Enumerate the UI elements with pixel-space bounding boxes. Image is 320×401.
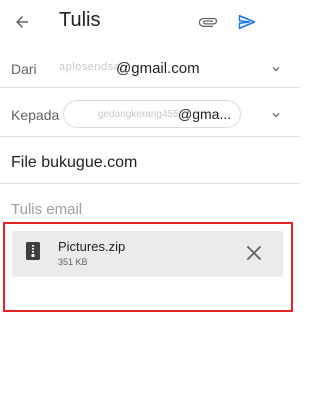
paperclip-icon (198, 17, 218, 27)
close-icon (247, 246, 261, 260)
app-bar: Tulis (0, 0, 300, 44)
to-expand-button[interactable] (268, 107, 284, 123)
chevron-down-icon (272, 113, 280, 118)
divider (0, 87, 300, 88)
from-value[interactable]: @gmail.com (116, 60, 200, 77)
chevron-down-icon (272, 67, 280, 72)
page-title: Tulis (59, 9, 101, 31)
arrow-left-icon (16, 16, 28, 28)
attachment-name: Pictures.zip (58, 239, 126, 254)
to-label: Kepada (11, 107, 60, 123)
attach-button[interactable] (195, 9, 221, 35)
from-label: Dari (11, 61, 37, 77)
divider (0, 136, 300, 137)
send-button[interactable] (234, 9, 260, 35)
recipient-domain: @gma... (178, 106, 232, 122)
divider (0, 183, 300, 184)
remove-attachment-button[interactable] (243, 242, 265, 264)
attachment-size: 351 KB (58, 257, 88, 267)
send-icon (238, 15, 256, 29)
zip-file-icon (26, 242, 40, 260)
back-button[interactable] (8, 8, 36, 36)
recipient-chip[interactable]: gedangkerang455 @gma... (63, 100, 241, 128)
subject-field[interactable]: File bukugue.com (11, 154, 137, 172)
recipient-redacted-name: gedangkerang455 (98, 109, 179, 120)
from-expand-button[interactable] (268, 61, 284, 77)
attachment-card[interactable]: Pictures.zip 351 KB (12, 231, 283, 277)
body-field[interactable]: Tulis email (11, 201, 82, 218)
